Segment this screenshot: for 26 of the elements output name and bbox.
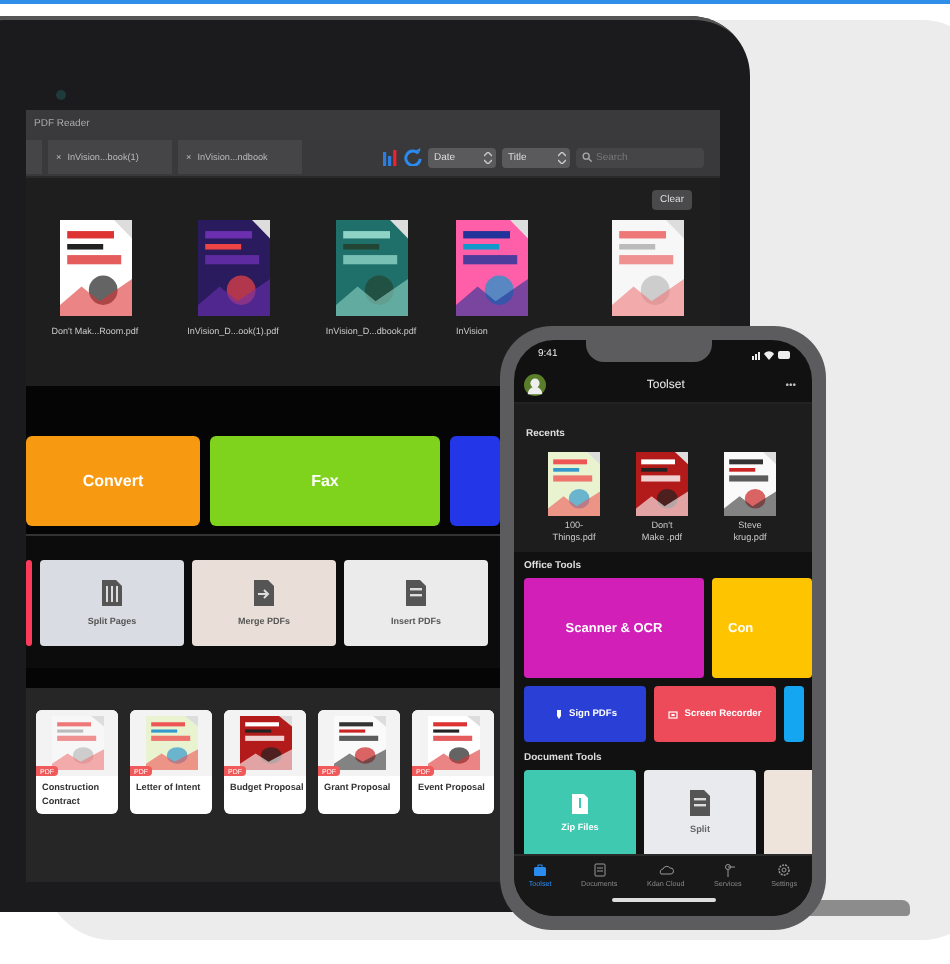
key-icon	[719, 862, 736, 878]
feature-card[interactable]	[450, 436, 500, 526]
document-icon	[252, 579, 276, 605]
tool-card[interactable]	[26, 559, 32, 645]
camera-dot	[56, 90, 66, 100]
record-icon	[668, 709, 679, 719]
home-indicator	[611, 898, 715, 902]
document-icon	[100, 579, 124, 605]
refresh-icon[interactable]	[404, 148, 422, 166]
cloud-icon	[657, 862, 674, 878]
zip-icon	[572, 793, 588, 813]
status-icons	[752, 349, 792, 359]
tab[interactable]	[26, 140, 42, 174]
pen-icon	[553, 709, 563, 719]
tool-card[interactable]	[784, 686, 804, 742]
chevron-icon	[484, 151, 492, 163]
document-icon	[404, 579, 428, 605]
notch	[586, 340, 712, 362]
document-icon	[591, 862, 608, 878]
sort-icon[interactable]	[382, 149, 398, 165]
search-icon	[582, 152, 592, 162]
avatar[interactable]	[524, 374, 546, 396]
chevron-icon	[558, 151, 566, 163]
toolbox-icon	[532, 862, 549, 878]
document-icon	[688, 790, 712, 816]
settings-icon	[776, 862, 793, 878]
